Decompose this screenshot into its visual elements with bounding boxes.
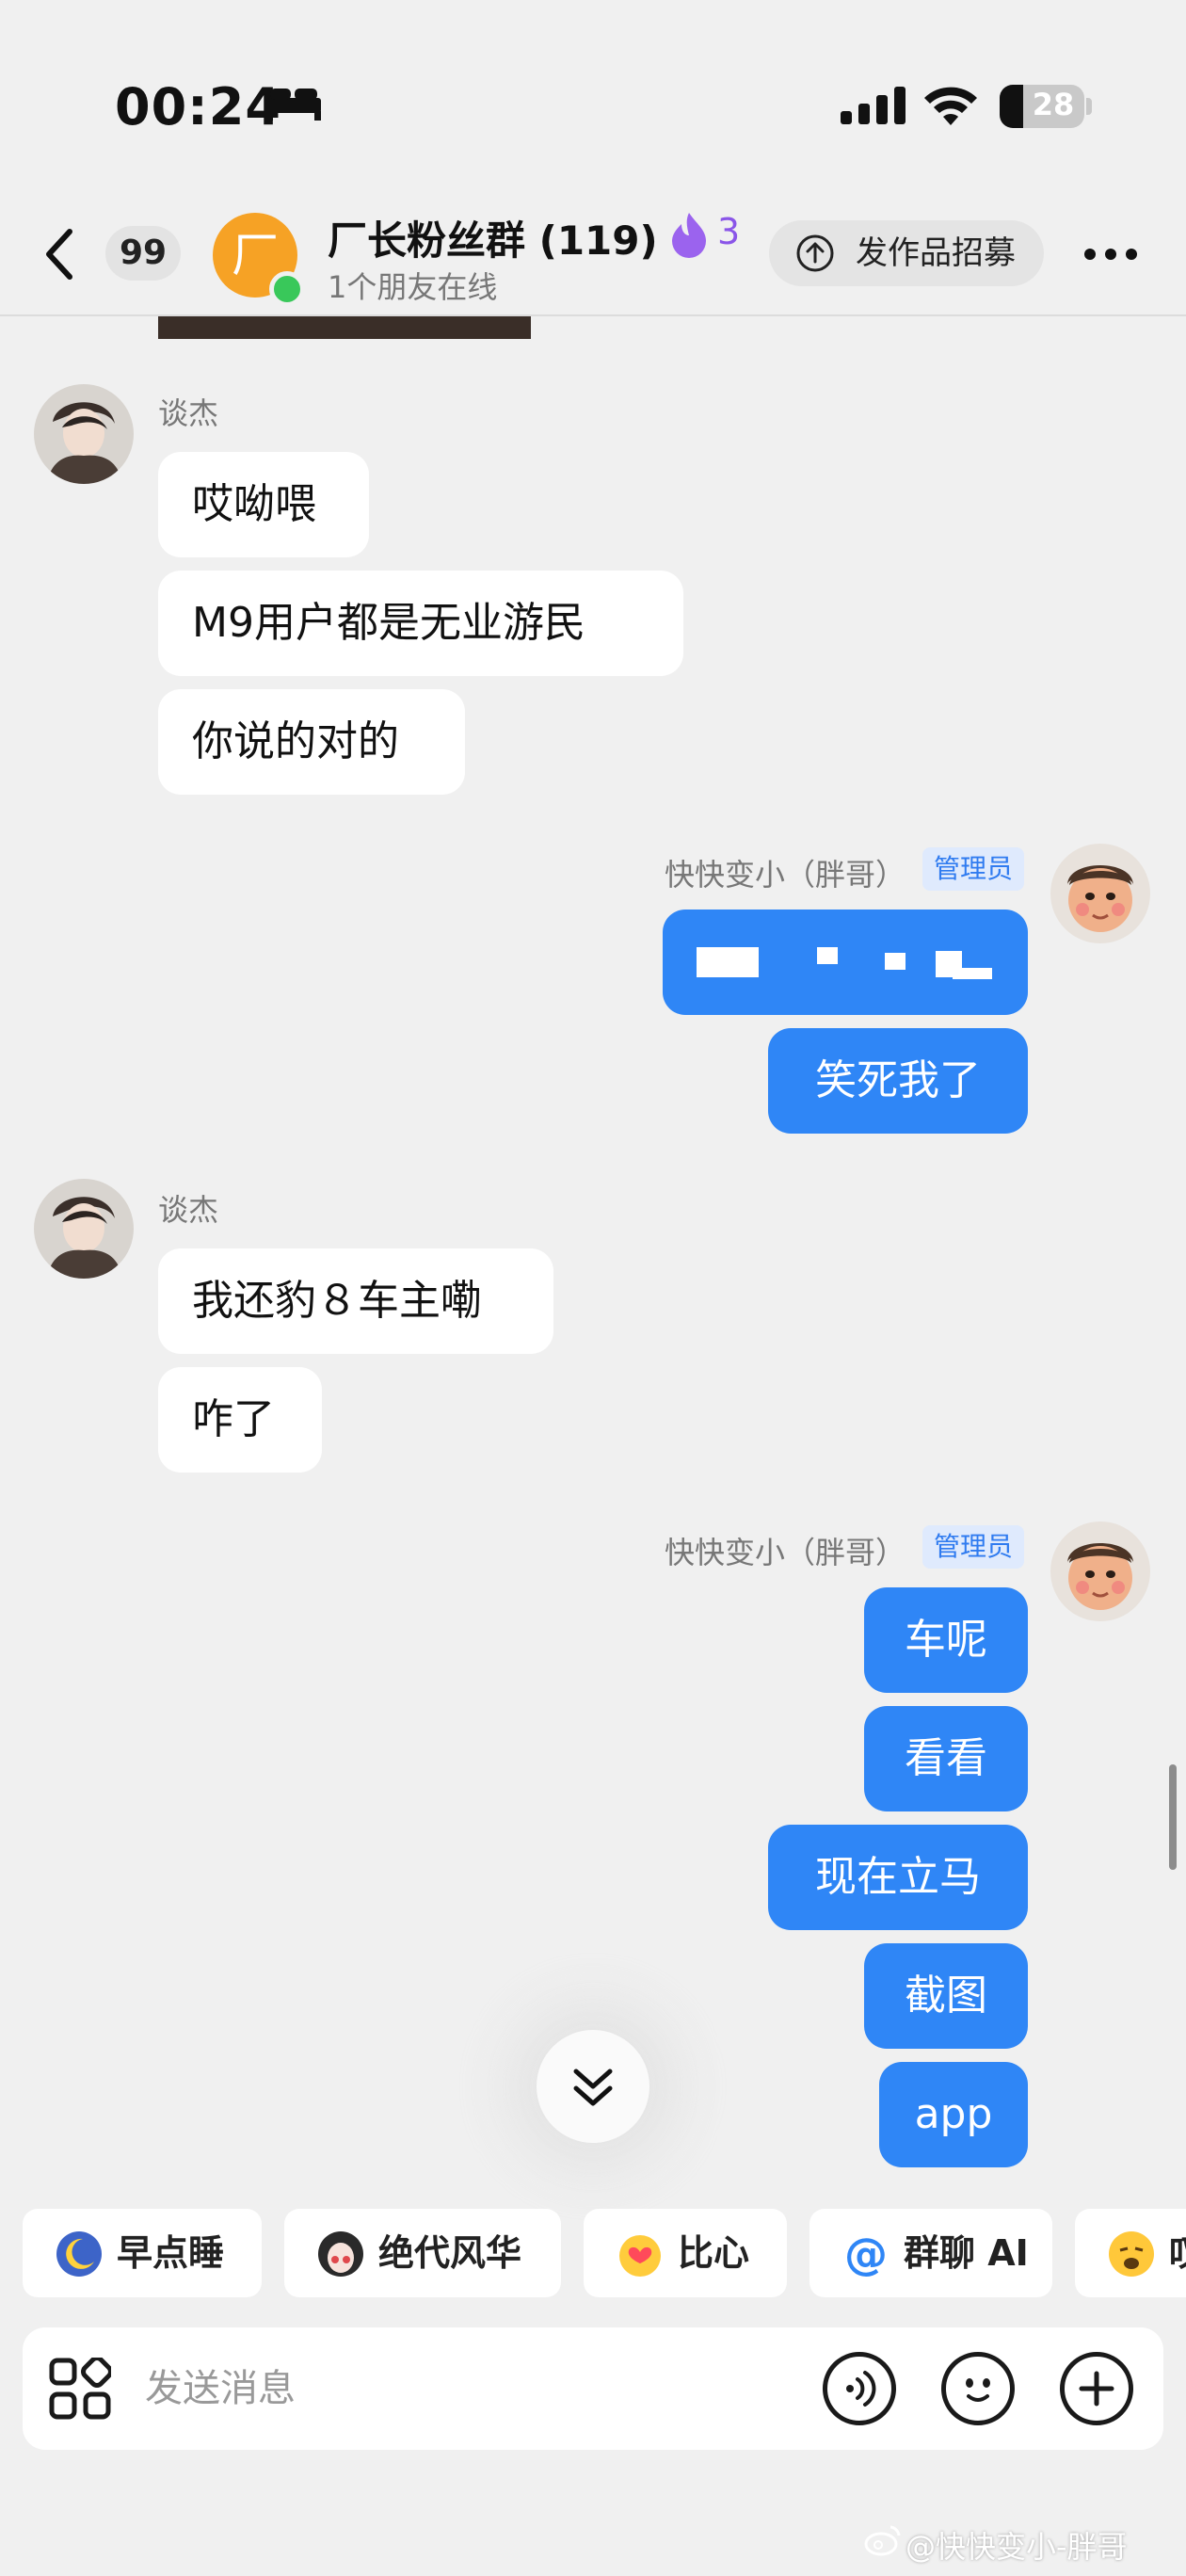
watermark: @快快变小-胖哥 xyxy=(906,2529,1128,2565)
battery-percent: 28 xyxy=(1032,87,1075,122)
sender-name: 快快变小（胖哥） xyxy=(665,1535,906,1570)
cellular-signal-icon xyxy=(841,87,906,124)
quick-chip-label: 叹 xyxy=(1169,2209,1186,2297)
voice-button[interactable] xyxy=(823,2352,896,2425)
blurred-content xyxy=(953,968,992,979)
unread-count-badge[interactable]: 99 xyxy=(105,226,181,281)
quick-chip-sigh[interactable]: 叹 xyxy=(1075,2209,1186,2297)
wifi-icon xyxy=(924,87,977,125)
group-title[interactable]: 厂长粉丝群 (119) xyxy=(328,209,658,266)
flame-icon xyxy=(672,213,706,258)
online-status-dot xyxy=(269,271,305,307)
recruit-label: 发作品招募 xyxy=(856,234,1016,272)
opera-face-emoji-icon xyxy=(318,2231,363,2277)
at-sign-icon: @ xyxy=(844,2230,888,2278)
weibo-logo-icon xyxy=(864,2525,901,2556)
smiley-face-icon xyxy=(966,2378,990,2402)
shared-image-clipped[interactable] xyxy=(158,316,531,339)
fire-count: 3 xyxy=(717,211,741,252)
more-options-icon[interactable] xyxy=(1082,247,1139,262)
sender-name: 快快变小（胖哥） xyxy=(665,857,906,893)
message-bubble[interactable]: 我还豹８车主嘞 xyxy=(158,1248,553,1354)
double-chevron-down-icon xyxy=(573,2069,613,2106)
blurred-content xyxy=(885,953,906,970)
scroll-to-bottom-button[interactable] xyxy=(537,2030,649,2143)
voice-wave-icon xyxy=(846,2371,876,2407)
battery-indicator: 28 xyxy=(1000,85,1084,128)
message-bubble[interactable]: 笑死我了 xyxy=(768,1028,1028,1134)
message-composer xyxy=(23,2327,1163,2450)
quick-chip-label: 绝代风华 xyxy=(378,2232,522,2274)
avatar-tanjie[interactable] xyxy=(34,1179,134,1279)
message-bubble[interactable]: 截图 xyxy=(864,1943,1028,2049)
chat-header: 99 厂 厂长粉丝群 (119) 3 1个朋友在线 发作品招募 xyxy=(0,198,1186,316)
svg-text:@: @ xyxy=(844,2230,888,2278)
apps-grid-icon[interactable] xyxy=(49,2358,111,2420)
plus-button[interactable] xyxy=(1060,2352,1133,2425)
blurred-content xyxy=(697,947,759,977)
emoji-button[interactable] xyxy=(941,2352,1015,2425)
quick-chip-heart[interactable]: 比心 xyxy=(584,2209,787,2297)
quick-chip-group-ai[interactable]: @ 群聊 AI xyxy=(809,2209,1052,2297)
message-bubble[interactable]: 咋了 xyxy=(158,1367,322,1473)
quick-chip-label: 比心 xyxy=(678,2232,750,2274)
admin-badge: 管理员 xyxy=(922,847,1025,891)
message-bubble[interactable]: 你说的对的 xyxy=(158,689,465,795)
admin-badge: 管理员 xyxy=(922,1525,1025,1569)
upload-circle-icon xyxy=(796,234,834,272)
sender-name: 谈杰 xyxy=(158,1192,219,1228)
quick-chip-label: 群聊 AI xyxy=(904,2232,1029,2274)
quick-chip-label: 早点睡 xyxy=(117,2232,225,2274)
message-bubble[interactable]: 哎呦喂 xyxy=(158,452,369,557)
message-bubble[interactable]: M9用户都是无业游民 xyxy=(158,571,683,676)
message-bubble[interactable]: 现在立马 xyxy=(768,1825,1028,1930)
avatar-pangge[interactable] xyxy=(1050,844,1150,943)
message-bubble[interactable]: app xyxy=(879,2062,1028,2167)
scrollbar[interactable] xyxy=(1169,1764,1177,1870)
back-arrow-icon[interactable] xyxy=(41,226,75,282)
status-bar: 00:24 28 xyxy=(0,0,1186,198)
sender-name: 谈杰 xyxy=(158,395,219,431)
status-time: 00:24 xyxy=(115,77,281,137)
online-friends-count: 1个朋友在线 xyxy=(328,269,498,305)
message-bubble-blurred[interactable] xyxy=(663,910,1028,1015)
recruit-works-button[interactable]: 发作品招募 xyxy=(769,220,1044,286)
moon-emoji-icon xyxy=(56,2231,102,2277)
battery-tip xyxy=(1086,98,1092,115)
quick-chip-elegance[interactable]: 绝代风华 xyxy=(284,2209,561,2297)
avatar-pangge[interactable] xyxy=(1050,1521,1150,1621)
tired-face-emoji-icon xyxy=(1109,2231,1154,2277)
avatar-tanjie[interactable] xyxy=(34,384,134,484)
quick-chip-sleep[interactable]: 早点睡 xyxy=(23,2209,262,2297)
message-bubble[interactable]: 车呢 xyxy=(864,1587,1028,1693)
message-input[interactable] xyxy=(145,2352,804,2425)
heart-hands-emoji-icon xyxy=(619,2235,661,2277)
plus-icon xyxy=(1079,2371,1114,2407)
blurred-content xyxy=(817,947,838,964)
sleep-focus-icon xyxy=(266,89,321,121)
message-bubble[interactable]: 看看 xyxy=(864,1706,1028,1811)
